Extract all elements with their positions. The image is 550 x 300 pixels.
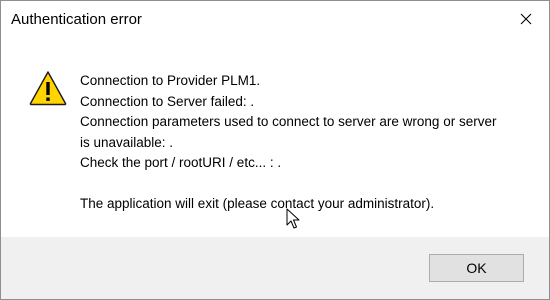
window-title: Authentication error [11, 11, 142, 28]
message-line: Check the port / rootURI / etc... : . [80, 155, 282, 170]
ok-button[interactable]: OK [429, 254, 524, 282]
dialog-body: Connection to Provider PLM1. Connection … [1, 39, 549, 237]
close-icon [520, 13, 532, 25]
message-line: is unavailable: . [80, 134, 174, 150]
button-bar: OK [1, 237, 549, 299]
warning-icon [29, 71, 67, 106]
authentication-error-dialog: Authentication error Connection to Provi… [0, 0, 550, 300]
message-line: Connection to Provider PLM1. [80, 73, 261, 88]
message-spacer [80, 174, 530, 195]
exit-notice: The application will exit (please contac… [80, 196, 435, 211]
title-bar[interactable]: Authentication error [1, 1, 549, 39]
error-message: Connection to Provider PLM1. Connection … [80, 71, 530, 215]
message-line: Connection parameters used to connect to… [80, 114, 497, 129]
message-line: Connection to Server failed: . [80, 93, 255, 109]
mouse-cursor-icon [286, 208, 300, 229]
close-button[interactable] [503, 1, 549, 37]
